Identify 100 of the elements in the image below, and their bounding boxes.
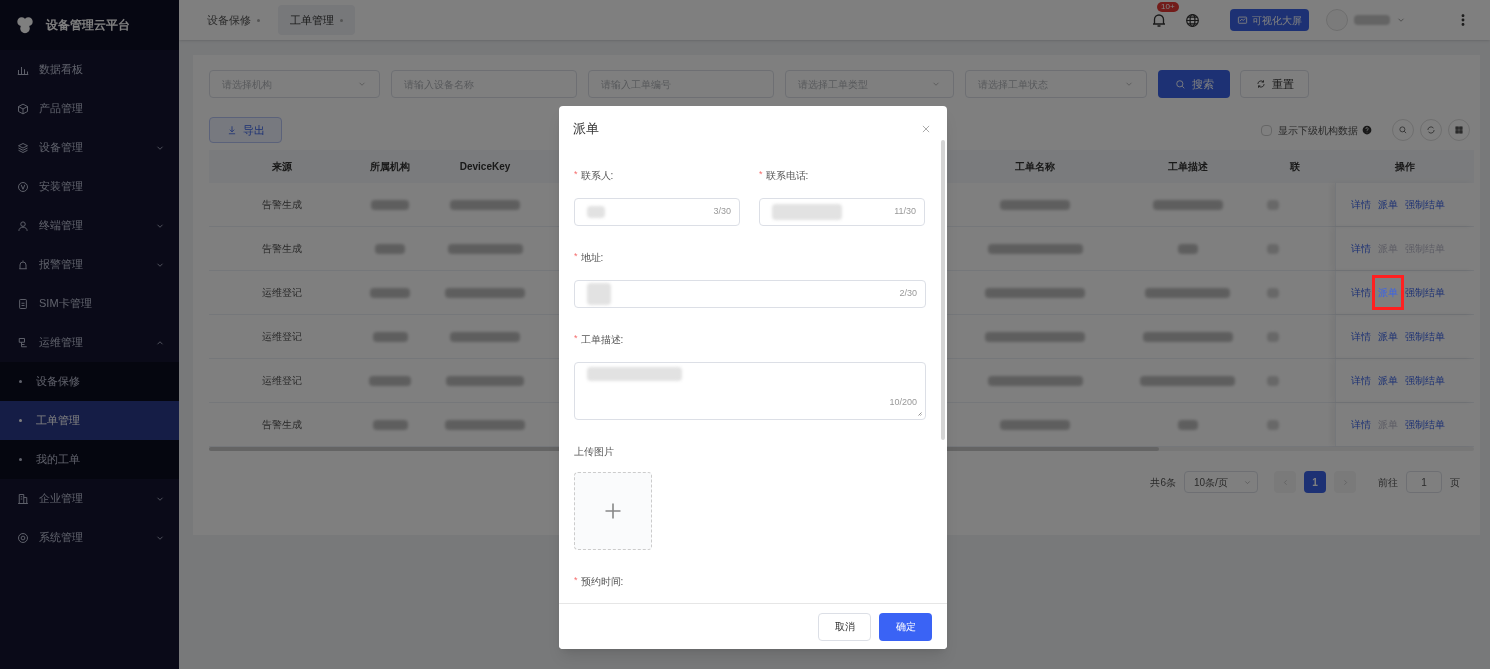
alarm-icon: [17, 258, 29, 271]
column-header: 工单描述: [1167, 160, 1208, 174]
action-link[interactable]: 详情: [1351, 417, 1371, 432]
search-icon: [1174, 78, 1186, 90]
field-label: 联系电话:: [765, 168, 809, 183]
page-suffix: 页: [1450, 475, 1460, 490]
tool-icon: [17, 336, 29, 349]
close-button[interactable]: [921, 124, 931, 134]
blurred-cell: [1177, 243, 1198, 254]
input-field[interactable]: 3/30: [574, 198, 740, 226]
required-mark: *: [574, 168, 578, 182]
bell-icon: [1151, 12, 1167, 28]
blurred-cell: [1177, 419, 1198, 430]
required-mark: *: [574, 574, 578, 588]
sidebar-item[interactable]: 企业管理: [0, 479, 179, 518]
building-icon: [17, 492, 29, 505]
sidebar-subitem[interactable]: 工单管理: [0, 401, 179, 440]
blurred-cell: [1152, 199, 1223, 210]
sidebar-subitem[interactable]: 我的工单: [0, 440, 179, 479]
blurred-cell: [372, 419, 408, 430]
input-field[interactable]: 2/30: [574, 280, 926, 308]
prev-page-button[interactable]: [1274, 471, 1296, 493]
tab[interactable]: 设备保修: [195, 5, 272, 35]
help-icon: [1362, 125, 1372, 135]
tab[interactable]: 工单管理: [278, 5, 355, 35]
sidebar-item[interactable]: SIM卡管理: [0, 284, 179, 323]
required-mark: *: [574, 250, 578, 264]
refresh-icon: [1255, 79, 1266, 89]
grid-icon: [1454, 125, 1464, 135]
field-label: 工单描述:: [580, 332, 624, 347]
dashboard-button[interactable]: 可视化大屏: [1230, 9, 1309, 31]
text-area[interactable]: 10/200: [574, 362, 926, 420]
next-page-button[interactable]: [1334, 471, 1356, 493]
action-link[interactable]: 派单: [1378, 329, 1398, 344]
confirm-button[interactable]: 确定: [879, 612, 932, 641]
action-link[interactable]: 强制结单: [1405, 285, 1445, 300]
app-title: 设备管理云平台: [46, 17, 130, 34]
reset-button[interactable]: 重置: [1240, 70, 1309, 98]
sidebar-item[interactable]: 运维管理: [0, 323, 179, 362]
sidebar-item[interactable]: 安装管理: [0, 167, 179, 206]
action-link[interactable]: 详情: [1351, 285, 1371, 300]
action-link[interactable]: 派单: [1378, 373, 1398, 388]
close-icon: [921, 124, 931, 134]
sidebar-item[interactable]: 报警管理: [0, 245, 179, 284]
table-cell-text: 告警生成: [262, 242, 302, 256]
action-link[interactable]: 强制结单: [1405, 329, 1445, 344]
page-button[interactable]: 1: [1304, 471, 1326, 493]
sidebar-item[interactable]: 终端管理: [0, 206, 179, 245]
circle-v-icon: [17, 180, 29, 193]
action-link[interactable]: 详情: [1351, 329, 1371, 344]
character-counter: 11/30: [894, 205, 916, 219]
action-link[interactable]: 强制结单: [1405, 417, 1445, 432]
input-field[interactable]: 11/30: [759, 198, 925, 226]
blurred-cell: [450, 331, 520, 342]
field-label: 上传图片: [574, 444, 614, 459]
action-link[interactable]: 强制结单: [1405, 373, 1445, 388]
page-size-select[interactable]: 10条/页: [1184, 471, 1258, 493]
field-label: 地址:: [580, 250, 604, 265]
search-icon: [1398, 125, 1408, 135]
sidebar-item[interactable]: 数据看板: [0, 50, 179, 89]
required-mark: *: [574, 332, 578, 346]
sidebar-item[interactable]: 产品管理: [0, 89, 179, 128]
notification-badge: 10+: [1157, 2, 1179, 12]
settings-icon: [17, 531, 29, 544]
upload-button[interactable]: [574, 472, 652, 550]
refresh-icon: [1426, 125, 1436, 135]
goto-input[interactable]: 1: [1406, 471, 1442, 493]
action-link[interactable]: 详情: [1351, 197, 1371, 212]
search-button[interactable]: 搜索: [1158, 70, 1230, 98]
blurred-cell: [375, 243, 405, 254]
action-link[interactable]: 强制结单: [1405, 197, 1445, 212]
bullet-icon: [19, 419, 22, 422]
checkbox[interactable]: [1261, 124, 1272, 136]
sidebar-item[interactable]: 设备管理: [0, 128, 179, 167]
action-link[interactable]: 详情: [1351, 373, 1371, 388]
scrollbar-thumb[interactable]: [941, 140, 945, 440]
cube-icon: [17, 102, 29, 115]
column-header: 操作: [1394, 160, 1415, 174]
blurred-cell: [369, 375, 411, 386]
column-header: 工单名称: [1015, 160, 1055, 174]
user-icon: [17, 219, 29, 232]
action-link[interactable]: 派单: [1378, 197, 1398, 212]
column-header: 所属机构: [370, 160, 410, 174]
blurred-cell: [371, 199, 409, 210]
globe-icon: [1185, 12, 1200, 28]
blurred-cell: [372, 331, 408, 342]
blurred-cell: [370, 287, 410, 298]
table-cell-text: 运维登记: [262, 374, 302, 388]
sidebar-item[interactable]: 系统管理: [0, 518, 179, 557]
dialog-title: 派单: [573, 120, 600, 139]
cancel-button[interactable]: 取消: [818, 612, 871, 641]
screen-icon: [1237, 14, 1248, 26]
action-link[interactable]: 详情: [1351, 241, 1371, 256]
bullet-icon: [19, 458, 22, 461]
export-button[interactable]: 导出: [209, 117, 282, 143]
blurred-value: [587, 206, 605, 218]
goto-label: 前往: [1378, 475, 1398, 490]
sidebar-subitem[interactable]: 设备保修: [0, 362, 179, 401]
blurred-value: [772, 204, 842, 220]
required-mark: *: [759, 168, 763, 182]
